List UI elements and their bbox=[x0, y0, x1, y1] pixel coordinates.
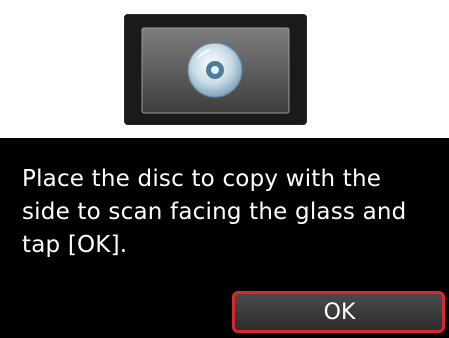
disc-icon bbox=[141, 27, 290, 114]
message-line-2: side to scan facing the glass and bbox=[22, 199, 407, 225]
instruction-message: Place the disc to copy with the side to … bbox=[22, 163, 432, 262]
ok-button-label: OK bbox=[323, 299, 356, 325]
printer-touch-screen: Place the disc to copy with the side to … bbox=[0, 0, 449, 338]
ok-button[interactable]: OK bbox=[232, 291, 445, 333]
illustration-area bbox=[0, 0, 449, 138]
message-line-3: tap [OK]. bbox=[22, 232, 128, 258]
message-line-1: Place the disc to copy with the bbox=[22, 166, 382, 192]
disc-illustration bbox=[124, 14, 307, 125]
message-panel: Place the disc to copy with the side to … bbox=[0, 138, 449, 338]
